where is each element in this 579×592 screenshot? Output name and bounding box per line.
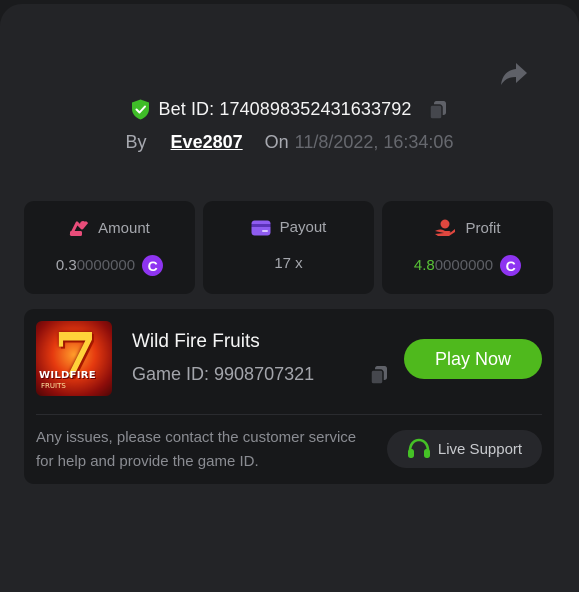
profit-value-decimals: 0000000 [434, 257, 494, 274]
stat-profit: Profit 4.80000000 C [382, 201, 553, 294]
live-support-button[interactable]: Live Support [387, 430, 542, 468]
bet-id: Bet ID: 1740898352431633792 [158, 99, 412, 119]
stat-payout: Payout 17 x [203, 201, 374, 294]
amount-icon [69, 221, 89, 236]
stat-amount: Amount 0.30000000 C [24, 201, 195, 294]
copy-icon[interactable] [369, 365, 389, 385]
bet-id-row: Bet ID: 1740898352431633792 [0, 99, 579, 120]
thumbnail-subtitle: FRUITS [41, 382, 66, 390]
game-thumbnail[interactable]: 7 WILDFIRE FRUITS [36, 321, 112, 396]
on-label: On [264, 132, 289, 152]
play-now-button[interactable]: Play Now [404, 339, 542, 379]
profit-hand-icon [435, 219, 456, 236]
shield-check-icon [131, 99, 149, 120]
support-notice: Any issues, please contact the customer … [36, 429, 357, 470]
copy-icon[interactable] [428, 100, 448, 120]
stat-profit-label: Profit [465, 219, 501, 237]
coin-icon: C [142, 255, 164, 276]
game-id: Game ID: 9908707321 [132, 364, 315, 384]
thumbnail-title: WILDFIRE [39, 370, 96, 381]
by-label: By [125, 132, 147, 152]
author-row: By Eve2807 On 11/8/2022, 16:34:06 [0, 132, 579, 153]
live-support-label: Live Support [437, 440, 523, 458]
game-name: Wild Fire Fruits [132, 331, 260, 352]
divider [36, 414, 542, 415]
headset-icon [407, 438, 430, 458]
stats-row: Amount 0.30000000 C Payout 17 x Profit 4… [24, 201, 553, 294]
share-icon[interactable] [500, 61, 528, 87]
amount-value-decimals: 0000000 [76, 257, 136, 274]
bet-detail-panel: Bet ID: 1740898352431633792 By Eve2807 O… [0, 4, 579, 592]
username-link[interactable]: Eve2807 [171, 132, 243, 153]
stat-amount-label: Amount [98, 219, 150, 237]
stat-payout-label: Payout [279, 219, 327, 236]
amount-value: 0.3 [55, 257, 77, 274]
payout-card-icon [251, 220, 271, 235]
bet-datetime: 11/8/2022, 16:34:06 [294, 132, 454, 152]
profit-value: 4.8 [413, 257, 435, 274]
coin-icon: C [500, 255, 522, 276]
payout-value: 17 x [274, 255, 303, 272]
game-card: 7 WILDFIRE FRUITS Wild Fire Fruits Game … [24, 309, 554, 484]
